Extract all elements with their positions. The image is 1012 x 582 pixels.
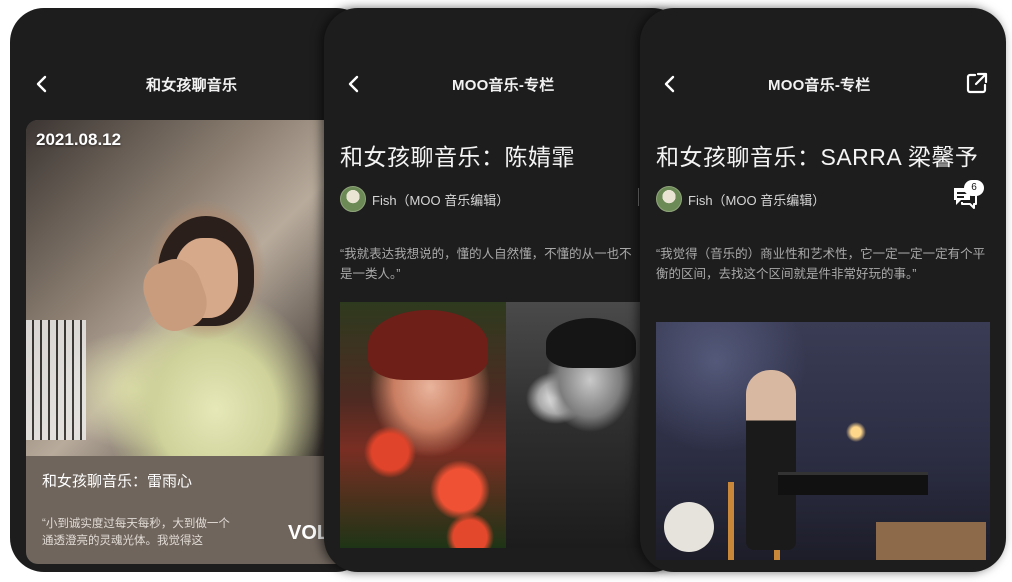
article-quote: “我觉得（音乐的）商业性和艺术性，它一定一定一定有个平衡的区间，去找这个区间就是… <box>656 247 986 281</box>
card-title: 和女孩聊音乐：雷雨心 <box>42 473 193 490</box>
phone-screen-3: MOO音乐-专栏 和女孩聊音乐：SARRA 梁馨予 Fish（MOO 音乐编辑）… <box>640 8 1006 572</box>
card-photo <box>26 120 346 456</box>
nav-title: MOO音乐-专栏 <box>452 77 555 94</box>
author-name: Fish（MOO 音乐编辑） <box>688 193 826 208</box>
photo-lamp <box>664 502 714 552</box>
phone-screen-2: MOO音乐-专栏 和女孩聊音乐：陈婧霏 Fish（MOO 音乐编辑） “我就表达… <box>324 8 686 572</box>
avatar <box>656 186 682 212</box>
photo-hair <box>368 310 488 380</box>
avatar <box>340 186 366 212</box>
card-date: 2021.08.12 <box>36 130 122 149</box>
piano-keys <box>26 320 86 440</box>
divider <box>638 188 639 206</box>
article-title: 和女孩聊音乐：SARRA 梁馨予 <box>656 144 979 170</box>
phone-screen-1: 和女孩聊音乐 2021.08.12 和女孩聊音乐：雷雨心 “小到诚实度过每天每秒… <box>10 8 370 572</box>
article-title: 和女孩聊音乐：陈婧霏 <box>340 144 575 170</box>
article-quote: “我就表达我想说的，懂的人自然懂，不懂的从一也不是一类人。” <box>340 247 632 281</box>
back-icon[interactable] <box>658 72 682 96</box>
nav-title: 和女孩聊音乐 <box>146 77 238 94</box>
article-image <box>656 322 990 560</box>
back-icon[interactable] <box>342 72 366 96</box>
photo-hair <box>546 318 636 368</box>
nav-bar: MOO音乐-专栏 <box>640 64 1006 104</box>
article-card[interactable]: 2021.08.12 和女孩聊音乐：雷雨心 “小到诚实度过每天每秒，大到做一个通… <box>26 120 346 564</box>
photo-person <box>746 370 796 550</box>
photo-table <box>876 522 986 560</box>
card-quote: “小到诚实度过每天每秒，大到做一个通透澄亮的灵魂光体。我觉得这 <box>42 518 230 547</box>
comment-button[interactable]: 6 <box>950 180 984 216</box>
back-icon[interactable] <box>30 72 54 96</box>
nav-title: MOO音乐-专栏 <box>768 77 871 94</box>
comment-count-badge: 6 <box>964 180 984 196</box>
card-brand: VOL <box>288 522 330 544</box>
photo-keyboard <box>778 472 928 495</box>
nav-bar: 和女孩聊音乐 <box>10 64 370 104</box>
nav-bar: MOO音乐-专栏 <box>324 64 686 104</box>
share-icon[interactable] <box>964 70 990 96</box>
article-image-left <box>340 302 506 548</box>
author-name: Fish（MOO 音乐编辑） <box>372 193 510 208</box>
